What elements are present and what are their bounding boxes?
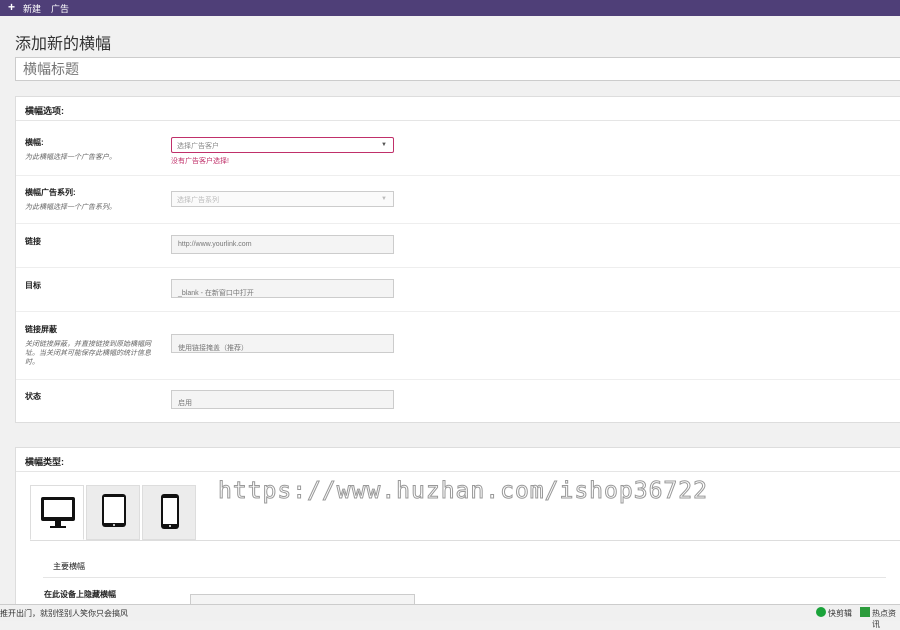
quick-clip-link[interactable]: 快剪辑: [828, 608, 852, 619]
target-row: 目标 _blank - 在新窗口中打开: [16, 268, 900, 312]
watermark: https://www.huzhan.com/ishop36722: [218, 478, 708, 505]
campaign-select[interactable]: 选择广告系列 ▼: [171, 191, 394, 207]
banner-types-panel: 横幅类型: 主要横幅 在此设备上隐藏横幅: [15, 447, 900, 617]
target-select[interactable]: _blank - 在新窗口中打开: [171, 279, 394, 298]
dropdown-arrow-icon: ▼: [381, 196, 387, 202]
tab-content-divider: [30, 540, 900, 541]
status-text: 推开出门，就别怪别人笑你只会搞风: [0, 609, 128, 618]
banner-options-panel: 横幅选项: 横幅: 为此横幅选择一个广告客户。 选择广告客户 ▼ 没有广告客户选…: [15, 96, 900, 423]
client-row: 横幅: 为此横幅选择一个广告客户。 选择广告客户 ▼ 没有广告客户选择!: [16, 121, 900, 176]
tab-desktop[interactable]: [30, 485, 84, 540]
masking-label: 链接屏蔽: [25, 325, 57, 334]
campaign-desc: 为此横幅选择一个广告系列。: [25, 204, 116, 211]
desktop-icon: [41, 497, 75, 528]
campaign-select-value: 选择广告系列: [177, 197, 219, 204]
play-icon: [816, 607, 826, 617]
client-label: 横幅:: [25, 138, 44, 147]
campaign-row: 横幅广告系列: 为此横幅选择一个广告系列。 选择广告系列 ▼: [16, 176, 900, 224]
target-label: 目标: [25, 281, 41, 290]
campaign-label: 横幅广告系列:: [25, 188, 76, 197]
plus-icon[interactable]: +: [8, 1, 15, 13]
client-error: 没有广告客户选择!: [171, 158, 229, 165]
masking-desc: 关闭链接屏蔽，并直接链接到原始横幅网址。当关闭其可能保存此横幅的统计信息时。: [25, 341, 151, 366]
mobile-icon: [161, 494, 179, 529]
panel-heading: 横幅选项:: [16, 97, 900, 121]
link-row: 链接 http://www.yourlink.com: [16, 224, 900, 268]
page-title: 添加新的横幅: [15, 36, 112, 53]
sub-heading: 主要横幅: [53, 562, 85, 571]
tab-mobile[interactable]: [142, 485, 196, 540]
masking-select[interactable]: 使用链接掩盖（推荐）: [171, 334, 394, 353]
news-icon: [860, 607, 870, 617]
panel-heading: 横幅类型:: [16, 448, 900, 472]
hot-news-link[interactable]: 热点资讯: [872, 608, 900, 630]
browser-status-bar: 推开出门，就别怪别人笑你只会搞风 快剪辑 热点资讯: [0, 604, 900, 629]
client-select-value: 选择广告客户: [177, 143, 219, 150]
admin-top-bar: + 新建 广告: [0, 0, 900, 16]
ad-menu-item[interactable]: 广告: [51, 2, 69, 15]
tab-tablet[interactable]: [86, 485, 140, 540]
status-row: 状态 启用: [16, 380, 900, 424]
client-select[interactable]: 选择广告客户 ▼: [171, 137, 394, 153]
status-label: 状态: [25, 392, 41, 401]
dropdown-arrow-icon: ▼: [381, 142, 387, 148]
new-menu-item[interactable]: 新建: [23, 2, 41, 15]
link-input[interactable]: http://www.yourlink.com: [171, 235, 394, 254]
banner-title-input[interactable]: [15, 57, 900, 81]
client-desc: 为此横幅选择一个广告客户。: [25, 154, 116, 161]
hide-on-device-label: 在此设备上隐藏横幅: [44, 590, 116, 599]
status-select[interactable]: 启用: [171, 390, 394, 409]
sub-divider: [43, 577, 886, 578]
tablet-icon: [102, 494, 126, 527]
masking-row: 链接屏蔽 关闭链接屏蔽，并直接链接到原始横幅网址。当关闭其可能保存此横幅的统计信…: [16, 312, 900, 380]
link-label: 链接: [25, 237, 41, 246]
